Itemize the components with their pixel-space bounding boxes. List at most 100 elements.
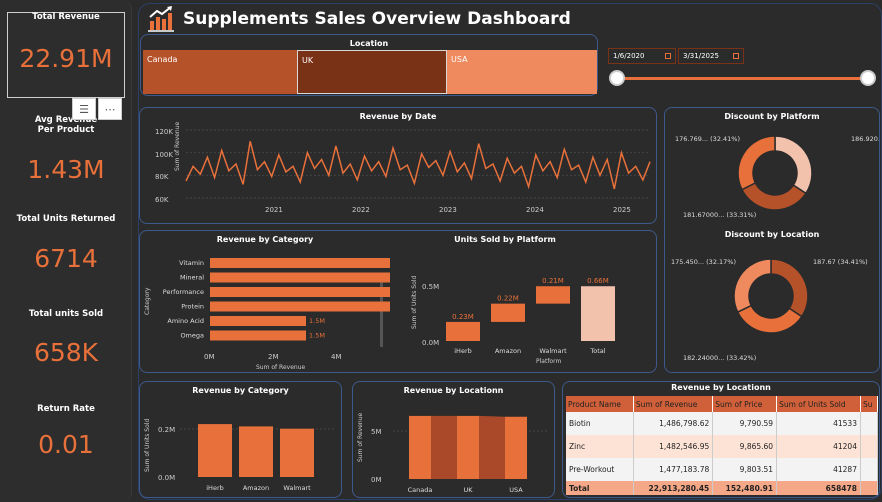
series-line (185, 141, 651, 190)
bar[interactable] (210, 258, 390, 268)
category-label: USA (509, 486, 523, 494)
axis-label-x: Platform (536, 358, 561, 365)
calendar-icon[interactable] (665, 53, 671, 59)
bar[interactable] (210, 287, 390, 297)
kpi-avg-revenue: Avg Revenue Per Product 1.43M (0, 115, 132, 184)
date-slider-end-handle[interactable] (860, 70, 876, 86)
category-label: Mineral (180, 274, 204, 282)
pie-slice[interactable] (740, 181, 807, 211)
discount-donut-charts[interactable]: 176.769... (32.41%) 186.920... (34.27%) 18… (665, 108, 879, 372)
bar[interactable] (210, 301, 390, 312)
y-tick: 80K (155, 173, 169, 181)
table-title: Revenue by Locationn (671, 383, 771, 392)
cell: 1,482,546.95 (633, 435, 714, 458)
cell (860, 458, 879, 481)
bar[interactable] (457, 415, 479, 479)
column-header[interactable]: Sum of Revenue (633, 396, 714, 412)
more-options-icon[interactable]: ⋯ (98, 98, 122, 120)
bar[interactable] (198, 424, 232, 477)
revenue-by-category-col-panel: Revenue by Category Sum of Units Sold 0.… (139, 381, 342, 498)
cell: 41533 (776, 412, 861, 435)
date-slider-track[interactable] (616, 77, 868, 80)
kpi-total-revenue: Total Revenue 22.91M (0, 12, 132, 73)
bar[interactable] (536, 286, 570, 304)
category-label: Walmart (283, 484, 311, 492)
calendar-icon[interactable] (733, 53, 739, 59)
date-slider-start-handle[interactable] (609, 70, 625, 86)
bar[interactable] (505, 416, 527, 479)
revenue-by-date-chart[interactable]: Sum of Revenue 120K 100K 80K 60K 2021 20… (140, 108, 656, 223)
location-tile-canada[interactable]: Canada (143, 50, 297, 94)
discount-panel: Discount by Platform Discount by Locatio… (664, 107, 880, 373)
cell: 9,803.51 (712, 458, 778, 481)
dashboard-root: Total Revenue 22.91M Avg Revenue Per Pro… (0, 0, 882, 502)
y-tick: 0.2M (158, 426, 175, 434)
kpi-sidebar: Total Revenue 22.91M Avg Revenue Per Pro… (0, 0, 132, 502)
axis-label-y: Sum of Revenue (174, 122, 181, 171)
revenue-table: Product Name Sum of Revenue Sum of Price… (566, 396, 879, 495)
units-by-platform-chart[interactable]: Sum of Units Sold Platform 0.5M 0.0M 0.2… (398, 231, 658, 372)
kpi-units-sold: Total units Sold 658K (0, 309, 132, 367)
revenue-by-location-ribbon-chart[interactable]: Sum of Revenue 5M 0M Canada UK USA (353, 382, 554, 497)
cell: 41287 (776, 458, 861, 481)
location-tile-uk[interactable]: UK (297, 50, 447, 94)
kpi-units-returned: Total Units Returned 6714 (0, 214, 132, 273)
chart-growth-icon (148, 6, 174, 32)
table-total-row: Total 22,913,280.45 152,480.91 658478 (566, 481, 879, 495)
bar[interactable] (581, 286, 615, 341)
bar[interactable] (446, 321, 480, 341)
bar[interactable] (491, 303, 525, 322)
category-label: Amazon (243, 484, 269, 492)
data-label: 0.66M (587, 277, 609, 285)
revenue-by-category-column-chart[interactable]: Sum of Units Sold 0.2M 0.0M iHerb Amazon W… (140, 382, 341, 497)
column-header[interactable]: Sum of Price (712, 396, 778, 412)
x-tick: 2023 (439, 206, 457, 214)
table-row[interactable]: Zinc 1,482,546.95 9,865.60 41204 (566, 435, 879, 458)
end-date-field[interactable]: 3/31/2025 (678, 48, 744, 64)
revenue-by-date-panel: Revenue by Date Sum of Revenue 120K 100K… (139, 107, 657, 224)
pie-slice[interactable] (733, 258, 772, 314)
y-tick: 0.5M (422, 283, 439, 291)
bar[interactable] (239, 426, 273, 477)
kpi-value: 658K (33, 338, 99, 367)
kpi-value: 1.43M (27, 155, 105, 184)
bar[interactable] (210, 272, 390, 283)
kpi-label: Total units Sold (28, 309, 104, 319)
bar[interactable] (210, 330, 306, 341)
category-label: Performance (163, 288, 204, 296)
pie-slice[interactable] (737, 135, 776, 191)
x-tick: 0M (204, 353, 215, 361)
cell (860, 435, 879, 458)
y-tick: 0M (371, 476, 382, 484)
axis-label-y: Sum of Units Sold (411, 276, 418, 329)
bar[interactable] (280, 428, 314, 477)
slice-label: 186.920... (34.27%) (851, 135, 879, 143)
location-tile-usa[interactable]: USA (447, 50, 597, 94)
data-label: 0.22M (497, 295, 519, 303)
pie-slice[interactable] (736, 304, 803, 334)
revenue-by-category-bar-chart[interactable]: Category Sum of Revenue 0M 2M 4M Vitamin… (140, 231, 390, 372)
cell: Biotin (566, 412, 634, 435)
slicer-title: Location (349, 39, 389, 48)
category-label: Amazon (495, 347, 521, 355)
table-row[interactable]: Pre-Workout 1,477,183.78 9,803.51 41287 (566, 458, 879, 481)
data-label: 1.5M (309, 317, 325, 325)
kpi-label: Total Revenue (32, 12, 100, 22)
start-date-field[interactable]: 1/6/2020 (608, 48, 676, 64)
filter-icon[interactable]: ☰ (72, 98, 96, 120)
category-label: Protein (181, 303, 204, 311)
cell: 41204 (776, 435, 861, 458)
cell: 152,480.91 (712, 481, 778, 495)
y-tick: 0.0M (422, 339, 439, 347)
column-header[interactable]: Sum of Units Sold (776, 396, 861, 412)
category-platform-panel: Revenue by Category Units Sold by Platfo… (139, 230, 657, 373)
bar[interactable] (409, 415, 431, 479)
cell: 9,790.59 (712, 412, 778, 435)
column-header[interactable]: Product Name (566, 396, 634, 412)
table-row[interactable]: Biotin 1,486,798.62 9,790.59 41533 (566, 412, 879, 435)
ribbon (431, 415, 457, 479)
column-header[interactable]: Su (860, 396, 879, 412)
bar[interactable] (210, 316, 306, 326)
slice-label: 175.450... (32.17%) (671, 258, 736, 266)
cell: 22,913,280.45 (633, 481, 714, 495)
